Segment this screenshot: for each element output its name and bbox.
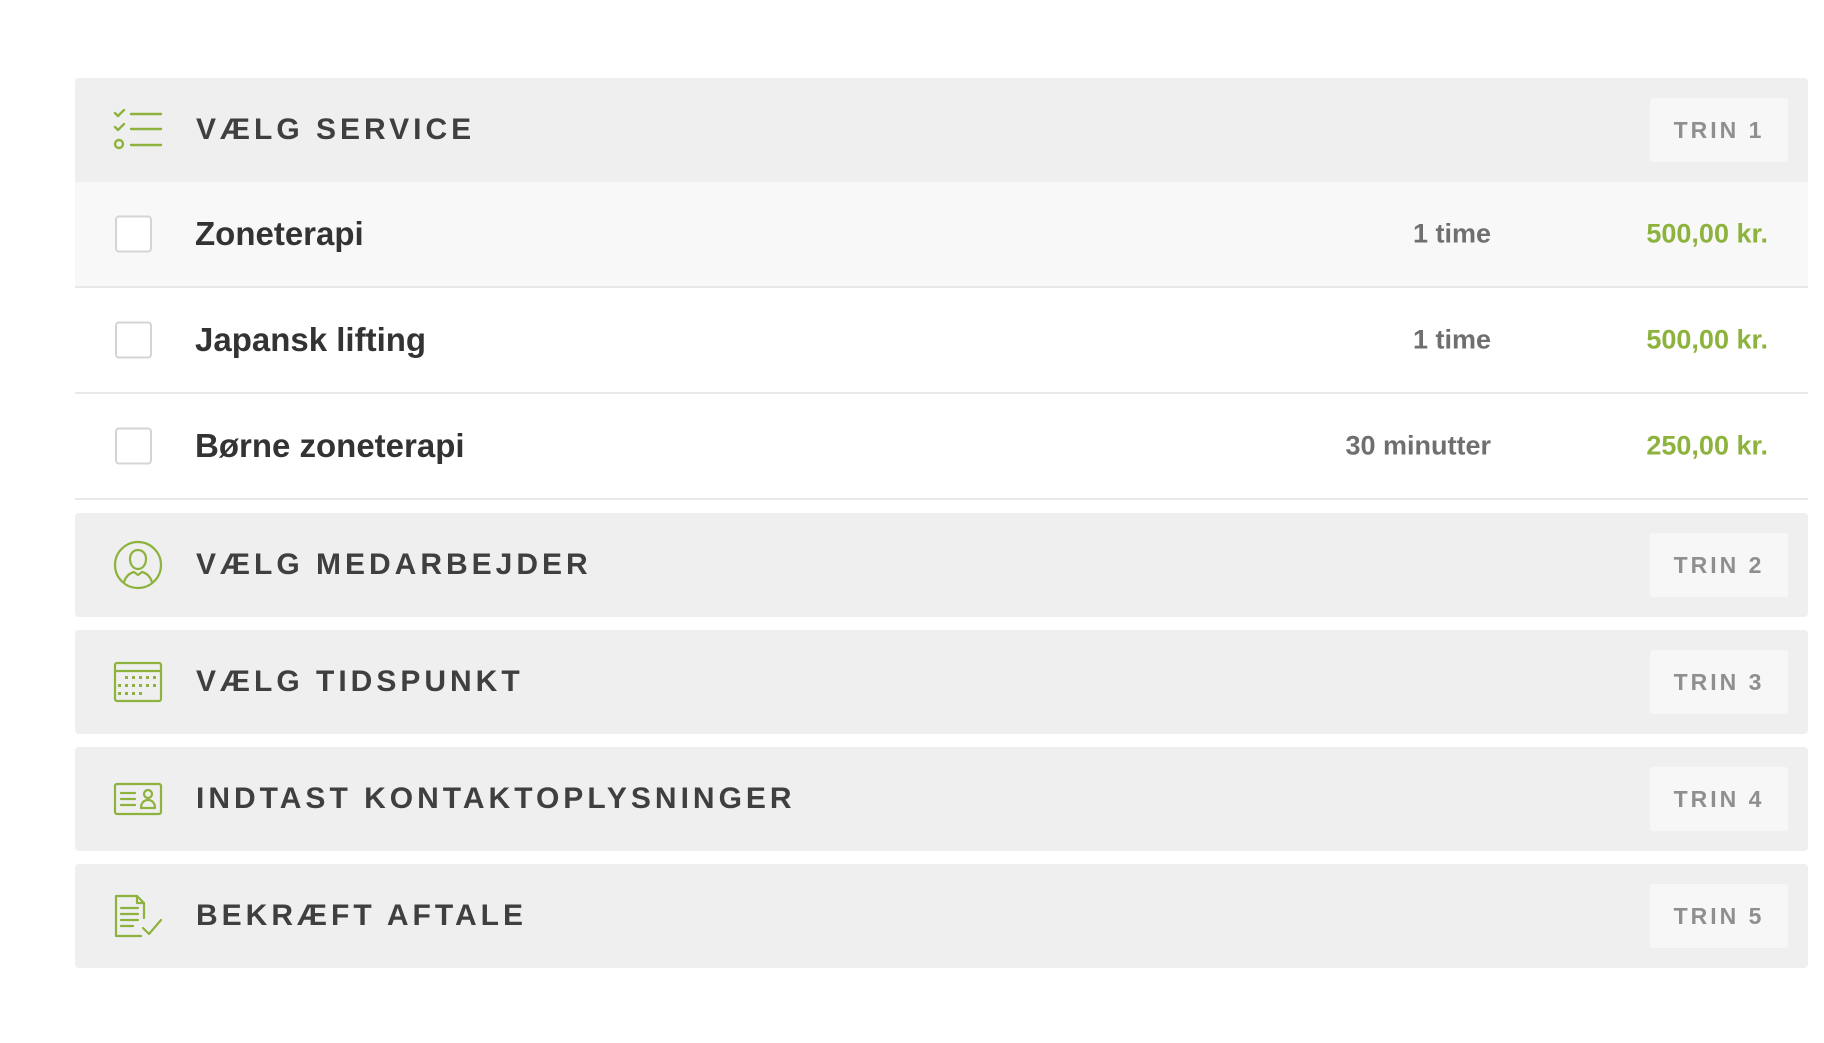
contact-card-icon <box>113 774 163 824</box>
service-row[interactable]: Børne zoneterapi 30 minutter 250,00 kr. <box>75 394 1808 500</box>
service-checkbox[interactable] <box>115 215 152 253</box>
booking-wizard: VÆLG SERVICE TRIN 1 Zoneterapi 1 time 50… <box>75 78 1808 968</box>
step-badge: TRIN 3 <box>1650 650 1788 714</box>
service-name: Børne zoneterapi <box>195 427 465 464</box>
service-name: Zoneterapi <box>195 215 364 252</box>
step-title: BEKRÆFT AFTALE <box>196 899 527 932</box>
step-title: VÆLG TIDSPUNKT <box>196 665 524 698</box>
step-header-contact[interactable]: INDTAST KONTAKTOPLYSNINGER TRIN 4 <box>75 747 1808 851</box>
service-checkbox[interactable] <box>115 427 152 465</box>
service-duration: 1 time <box>1412 324 1491 355</box>
step-header-employee[interactable]: VÆLG MEDARBEJDER TRIN 2 <box>75 513 1808 617</box>
service-list: Zoneterapi 1 time 500,00 kr. Japansk lif… <box>75 182 1808 500</box>
step-header-confirm[interactable]: BEKRÆFT AFTALE TRIN 5 <box>75 864 1808 968</box>
service-duration: 30 minutter <box>1345 430 1491 461</box>
service-duration: 1 time <box>1412 218 1491 249</box>
step-header-service[interactable]: VÆLG SERVICE TRIN 1 <box>75 78 1808 182</box>
step-badge: TRIN 2 <box>1650 533 1788 597</box>
service-row[interactable]: Japansk lifting 1 time 500,00 kr. <box>75 288 1808 394</box>
calendar-icon <box>113 657 163 707</box>
service-checkbox[interactable] <box>115 321 152 359</box>
step-badge: TRIN 1 <box>1650 98 1788 162</box>
checklist-icon <box>113 105 163 155</box>
step-title: INDTAST KONTAKTOPLYSNINGER <box>196 782 796 815</box>
service-price: 250,00 kr. <box>1646 430 1768 461</box>
step-badge: TRIN 5 <box>1650 884 1788 948</box>
document-check-icon <box>113 891 163 941</box>
service-name: Japansk lifting <box>195 321 427 358</box>
step-title: VÆLG SERVICE <box>196 113 476 146</box>
user-circle-icon <box>113 540 163 590</box>
service-price: 500,00 kr. <box>1646 218 1768 249</box>
service-price: 500,00 kr. <box>1646 324 1768 355</box>
service-row[interactable]: Zoneterapi 1 time 500,00 kr. <box>75 182 1808 288</box>
step-title: VÆLG MEDARBEJDER <box>196 548 592 581</box>
step-badge: TRIN 4 <box>1650 767 1788 831</box>
step-header-time[interactable]: VÆLG TIDSPUNKT TRIN 3 <box>75 630 1808 734</box>
